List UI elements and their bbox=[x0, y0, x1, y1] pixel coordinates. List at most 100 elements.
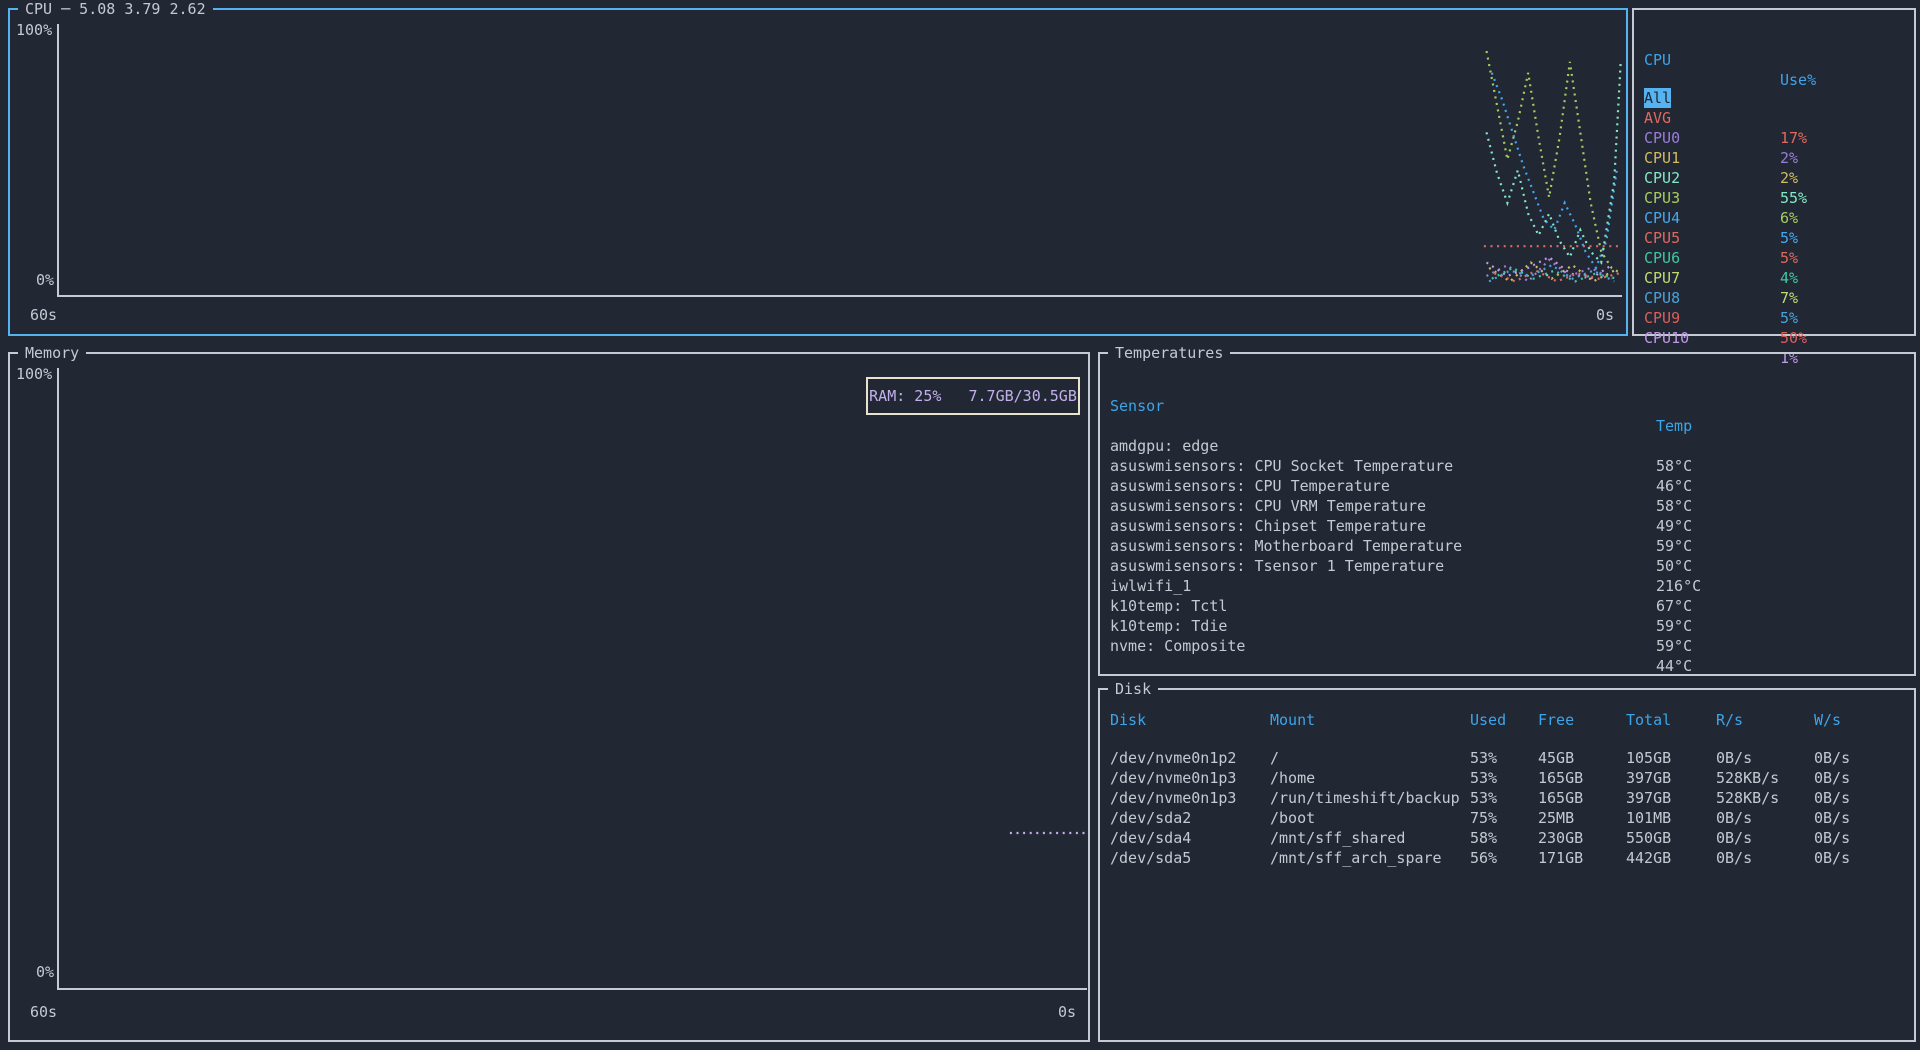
read-rate-column-header: R/s bbox=[1716, 710, 1814, 730]
disk-device: /dev/sda4 bbox=[1110, 828, 1270, 848]
memory-graph bbox=[59, 368, 1087, 988]
disk-read-rate: 0B/s bbox=[1716, 848, 1814, 868]
cpu-panel-title: CPU ─ 5.08 3.79 2.62 bbox=[18, 0, 213, 19]
cpu-legend-rows: All AVG 17% CPU0 2% CPU1 2% CPU2 55% bbox=[1644, 68, 1904, 328]
cpu-legend-row[interactable]: CPU1 2% bbox=[1644, 128, 1904, 148]
disk-row[interactable]: /dev/sda2 /boot 75% 25MB 101MB 0B/s 0B/s bbox=[1110, 808, 1910, 828]
memory-panel-title: Memory bbox=[18, 343, 86, 363]
disk-read-rate: 528KB/s bbox=[1716, 788, 1814, 808]
disk-used: 53% bbox=[1470, 788, 1538, 808]
disk-device: /dev/sda5 bbox=[1110, 848, 1270, 868]
disk-device: /dev/nvme0n1p3 bbox=[1110, 788, 1270, 808]
disk-mount: /boot bbox=[1270, 808, 1470, 828]
disk-write-rate: 0B/s bbox=[1814, 768, 1910, 788]
ram-legend-box: RAM: 25% 7.7GB/30.5GB bbox=[866, 377, 1080, 415]
memory-ymin-label: 0% bbox=[16, 962, 54, 982]
temperature-row[interactable]: asuswmisensors: CPU VRM Temperature 49°C bbox=[1110, 476, 1900, 496]
cpu-legend-header: CPU Use% bbox=[1644, 30, 1904, 50]
temperature-row[interactable]: nvme: Composite 44°C bbox=[1110, 616, 1900, 636]
cpu-legend-row[interactable]: AVG 17% bbox=[1644, 88, 1904, 108]
cpu-legend-row[interactable]: CPU9 50% bbox=[1644, 288, 1904, 308]
disk-device: /dev/nvme0n1p3 bbox=[1110, 768, 1270, 788]
memory-xleft-label: 60s bbox=[30, 1002, 57, 1022]
disk-mount: /mnt/sff_shared bbox=[1270, 828, 1470, 848]
disk-used: 53% bbox=[1470, 768, 1538, 788]
disk-row[interactable]: /dev/sda5 /mnt/sff_arch_spare 56% 171GB … bbox=[1110, 848, 1910, 868]
temperature-row[interactable]: asuswmisensors: CPU Socket Temperature 4… bbox=[1110, 436, 1900, 456]
disk-free: 165GB bbox=[1538, 788, 1626, 808]
temperature-row[interactable]: k10temp: Tctl 59°C bbox=[1110, 576, 1900, 596]
temperature-row[interactable]: iwlwifi_1 67°C bbox=[1110, 556, 1900, 576]
temperature-row[interactable]: asuswmisensors: CPU Temperature 58°C bbox=[1110, 456, 1900, 476]
cpu-legend-row[interactable]: CPU5 5% bbox=[1644, 208, 1904, 228]
used-column-header: Used bbox=[1470, 710, 1538, 730]
cpu-xleft-label: 60s bbox=[30, 305, 57, 325]
disk-read-rate: 0B/s bbox=[1716, 808, 1814, 828]
cpu-legend-row[interactable]: CPU10 1% bbox=[1644, 308, 1904, 328]
cpu-core-usage: 50% bbox=[1780, 328, 1807, 348]
memory-panel[interactable]: Memory 100% 0% RAM: 25% 7.7GB/30.5GB 60s… bbox=[8, 352, 1090, 1042]
free-column-header: Free bbox=[1538, 710, 1626, 730]
sensor-temp: 59°C bbox=[1656, 636, 1692, 656]
disk-mount: /mnt/sff_arch_spare bbox=[1270, 848, 1470, 868]
disk-rows: /dev/nvme0n1p2 / 53% 45GB 105GB 0B/s 0B/… bbox=[1110, 748, 1910, 868]
temperatures-panel[interactable]: Temperatures Sensor Temp amdgpu: edge 58… bbox=[1098, 352, 1916, 676]
cpu-legend-row[interactable]: CPU3 6% bbox=[1644, 168, 1904, 188]
disk-row[interactable]: /dev/nvme0n1p2 / 53% 45GB 105GB 0B/s 0B/… bbox=[1110, 748, 1910, 768]
disk-mount: /run/timeshift/backup bbox=[1270, 788, 1470, 808]
cpu-x-axis bbox=[57, 295, 1622, 297]
disk-used: 56% bbox=[1470, 848, 1538, 868]
disk-write-rate: 0B/s bbox=[1814, 748, 1910, 768]
disk-total: 105GB bbox=[1626, 748, 1716, 768]
temperature-row[interactable]: asuswmisensors: Tsensor 1 Temperature 21… bbox=[1110, 536, 1900, 556]
cpu-legend-row[interactable]: CPU2 55% bbox=[1644, 148, 1904, 168]
cpu-legend-row[interactable]: CPU7 7% bbox=[1644, 248, 1904, 268]
cpu-legend-row[interactable]: CPU8 5% bbox=[1644, 268, 1904, 288]
disk-panel-title: Disk bbox=[1108, 679, 1158, 699]
sensor-column-header: Sensor bbox=[1110, 396, 1164, 416]
temperature-row[interactable]: k10temp: Tdie 59°C bbox=[1110, 596, 1900, 616]
disk-device: /dev/sda2 bbox=[1110, 808, 1270, 828]
cpu-graph-panel[interactable]: CPU ─ 5.08 3.79 2.62 100% 0% 60s 0s bbox=[8, 8, 1628, 336]
temperature-row[interactable]: amdgpu: edge 58°C bbox=[1110, 416, 1900, 436]
disk-read-rate: 528KB/s bbox=[1716, 768, 1814, 788]
write-rate-column-header: W/s bbox=[1814, 710, 1910, 730]
cpu-column-header: CPU bbox=[1644, 50, 1671, 70]
ram-legend-text: RAM: 25% 7.7GB/30.5GB bbox=[869, 386, 1077, 406]
memory-xright-label: 0s bbox=[1058, 1002, 1076, 1022]
cpu-xright-label: 0s bbox=[1596, 305, 1614, 325]
cpu-ymax-label: 100% bbox=[16, 20, 56, 40]
disk-row[interactable]: /dev/sda4 /mnt/sff_shared 58% 230GB 550G… bbox=[1110, 828, 1910, 848]
temperature-row[interactable]: asuswmisensors: Motherboard Temperature … bbox=[1110, 516, 1900, 536]
cpu-legend-panel[interactable]: CPU Use% All AVG 17% CPU0 2% CPU1 2% bbox=[1632, 8, 1916, 336]
cpu-legend-row[interactable]: All bbox=[1644, 68, 1904, 88]
disk-total: 550GB bbox=[1626, 828, 1716, 848]
disk-row[interactable]: /dev/nvme0n1p3 /run/timeshift/backup 53%… bbox=[1110, 788, 1910, 808]
cpu-core-label: CPU10 bbox=[1644, 328, 1689, 348]
disk-used: 75% bbox=[1470, 808, 1538, 828]
memory-ymax-label: 100% bbox=[16, 364, 56, 384]
cpu-legend-row[interactable]: CPU0 2% bbox=[1644, 108, 1904, 128]
disk-panel[interactable]: Disk Disk Mount Used Free Total R/s W/s … bbox=[1098, 688, 1916, 1042]
disk-device: /dev/nvme0n1p2 bbox=[1110, 748, 1270, 768]
sensor-name: nvme: Composite bbox=[1110, 636, 1245, 656]
disk-total: 397GB bbox=[1626, 788, 1716, 808]
total-column-header: Total bbox=[1626, 710, 1716, 730]
disk-mount: / bbox=[1270, 748, 1470, 768]
disk-write-rate: 0B/s bbox=[1814, 788, 1910, 808]
disk-total: 442GB bbox=[1626, 848, 1716, 868]
temperature-row[interactable]: asuswmisensors: Chipset Temperature 59°C bbox=[1110, 496, 1900, 516]
disk-header-row: Disk Mount Used Free Total R/s W/s bbox=[1110, 710, 1910, 730]
cpu-legend-row[interactable]: CPU4 5% bbox=[1644, 188, 1904, 208]
disk-used: 53% bbox=[1470, 748, 1538, 768]
cpu-legend-row[interactable]: CPU6 4% bbox=[1644, 228, 1904, 248]
temps-header-row: Sensor Temp bbox=[1110, 376, 1900, 396]
memory-x-axis bbox=[57, 988, 1087, 990]
disk-mount: /home bbox=[1270, 768, 1470, 788]
disk-free: 45GB bbox=[1538, 748, 1626, 768]
disk-free: 171GB bbox=[1538, 848, 1626, 868]
terminal-screen: { "colors": { "bg": "#222734", "border":… bbox=[0, 0, 1920, 1050]
temps-rows: amdgpu: edge 58°C asuswmisensors: CPU So… bbox=[1110, 416, 1900, 636]
disk-row[interactable]: /dev/nvme0n1p3 /home 53% 165GB 397GB 528… bbox=[1110, 768, 1910, 788]
disk-total: 397GB bbox=[1626, 768, 1716, 788]
